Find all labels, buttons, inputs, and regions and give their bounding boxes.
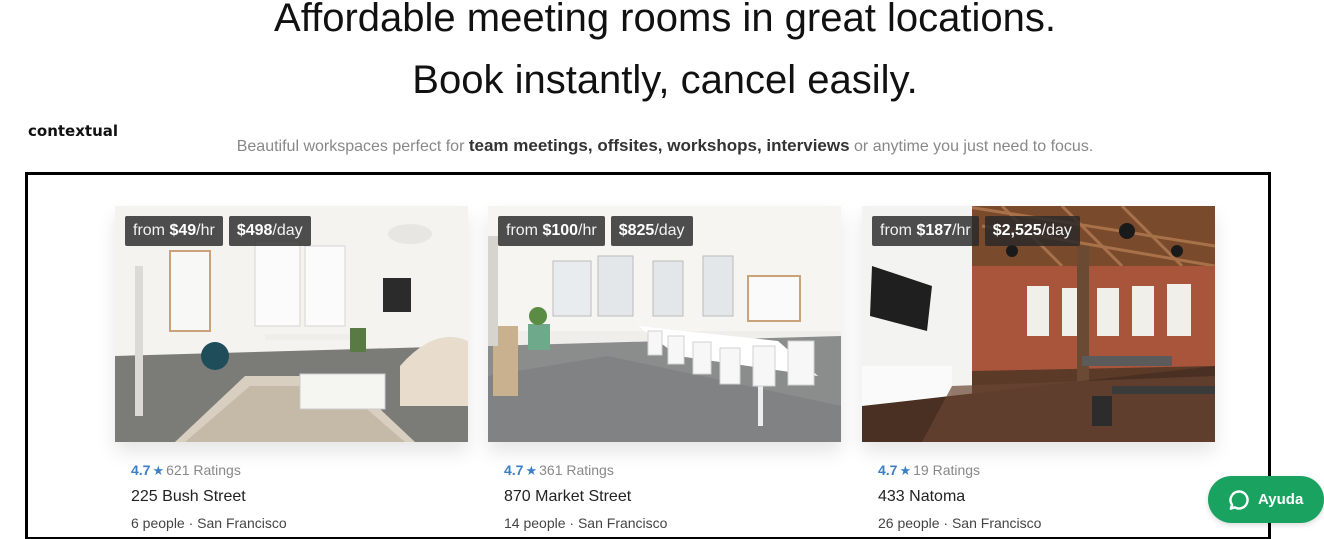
ratings-count: 361 Ratings: [539, 462, 614, 478]
hourly-amount: $49: [169, 222, 197, 239]
star-icon: ★: [525, 463, 538, 478]
hourly-amount: $100: [542, 222, 579, 239]
daily-amount: $825: [618, 222, 655, 239]
hourly-price-badge: from $187/hr: [872, 216, 979, 246]
hourly-unit: /hr: [952, 222, 971, 239]
daily-unit: /day: [654, 222, 685, 239]
description-suffix: or anytime you just need to focus.: [849, 138, 1094, 155]
price-tags: from $187/hr $2,525/day: [872, 216, 1080, 246]
daily-unit: /day: [272, 222, 303, 239]
rating-score: 4.7: [878, 462, 898, 478]
listing-address[interactable]: 225 Bush Street: [131, 488, 468, 508]
hourly-prefix: from: [880, 222, 917, 239]
listing-city: San Francisco: [197, 515, 287, 531]
ratings-count: 19 Ratings: [913, 462, 981, 478]
listing-rating: 4.7 ★ 621 Ratings: [131, 462, 468, 480]
listing-photo[interactable]: from $187/hr $2,525/day: [862, 206, 1215, 442]
listing-capacity: 14 people: [504, 515, 566, 531]
hero-headline: Affordable meeting rooms in great locati…: [274, 0, 1056, 40]
rating-score: 4.7: [504, 462, 524, 478]
description-prefix: Beautiful workspaces perfect for: [236, 138, 469, 155]
hero-subheadline: Book instantly, cancel easily.: [412, 58, 918, 102]
separator-dot: ·: [939, 515, 952, 531]
star-icon: ★: [899, 463, 912, 478]
listing-details: 14 people · San Francisco: [504, 515, 841, 533]
listing-address[interactable]: 870 Market Street: [504, 488, 841, 508]
hero-description: Beautiful workspaces perfect for team me…: [0, 136, 1324, 156]
ratings-count: 621 Ratings: [166, 462, 241, 478]
daily-price-badge: $2,525/day: [984, 216, 1080, 246]
hourly-price-badge: from $49/hr: [125, 216, 223, 246]
price-tags: from $49/hr $498/day: [125, 216, 311, 246]
listing-rating: 4.7 ★ 19 Ratings: [878, 462, 1215, 480]
listing-city: San Francisco: [577, 515, 668, 531]
listing-details: 6 people · San Francisco: [131, 515, 468, 533]
listing-card[interactable]: from $187/hr $2,525/day 4.7 ★ 19 Ratings 4…: [862, 206, 1215, 533]
separator-dot: ·: [565, 515, 578, 531]
daily-amount: $2,525: [992, 222, 1042, 239]
description-keywords: team meetings, offsites, workshops, inte…: [468, 136, 850, 155]
listing-capacity: 26 people: [878, 515, 940, 531]
daily-price-badge: $498/day: [228, 216, 311, 246]
listing-photo[interactable]: from $100/hr $825/day: [488, 206, 841, 442]
hourly-price-badge: from $100/hr: [498, 216, 605, 246]
listing-address[interactable]: 433 Natoma: [878, 488, 1215, 508]
listing-city: San Francisco: [951, 515, 1042, 531]
daily-unit: /day: [1041, 222, 1072, 239]
listing-rating: 4.7 ★ 361 Ratings: [504, 462, 841, 480]
daily-price-badge: $825/day: [610, 216, 693, 246]
listing-meta: 4.7 ★ 19 Ratings 433 Natoma 26 people · Sa…: [862, 462, 1215, 533]
separator-dot: ·: [184, 515, 198, 531]
listing-meta: 4.7 ★ 621 Ratings 225 Bush Street 6 people…: [115, 462, 468, 533]
hourly-prefix: from: [506, 222, 543, 239]
listing-card[interactable]: from $100/hr $825/day 4.7 ★ 361 Ratings 87…: [488, 206, 841, 533]
hourly-amount: $187: [916, 222, 953, 239]
help-chat-button[interactable]: Ayuda: [1208, 476, 1324, 523]
chat-bubble-icon: [1229, 489, 1249, 510]
hourly-prefix: from: [133, 222, 170, 239]
star-icon: ★: [152, 463, 165, 478]
listing-capacity: 6 people: [131, 515, 185, 531]
daily-amount: $498: [236, 222, 273, 239]
hourly-unit: /hr: [196, 222, 215, 239]
help-button-label: Ayuda: [1258, 491, 1304, 508]
listing-photo[interactable]: from $49/hr $498/day: [115, 206, 468, 442]
listing-meta: 4.7 ★ 361 Ratings 870 Market Street 14 peo…: [488, 462, 841, 533]
hourly-unit: /hr: [578, 222, 597, 239]
rating-score: 4.7: [131, 462, 151, 478]
listing-card[interactable]: from $49/hr $498/day 4.7 ★ 621 Ratings 225…: [115, 206, 468, 533]
listing-details: 26 people · San Francisco: [878, 515, 1215, 533]
price-tags: from $100/hr $825/day: [498, 216, 693, 246]
page: Affordable meeting rooms in great locati…: [0, 0, 1324, 539]
